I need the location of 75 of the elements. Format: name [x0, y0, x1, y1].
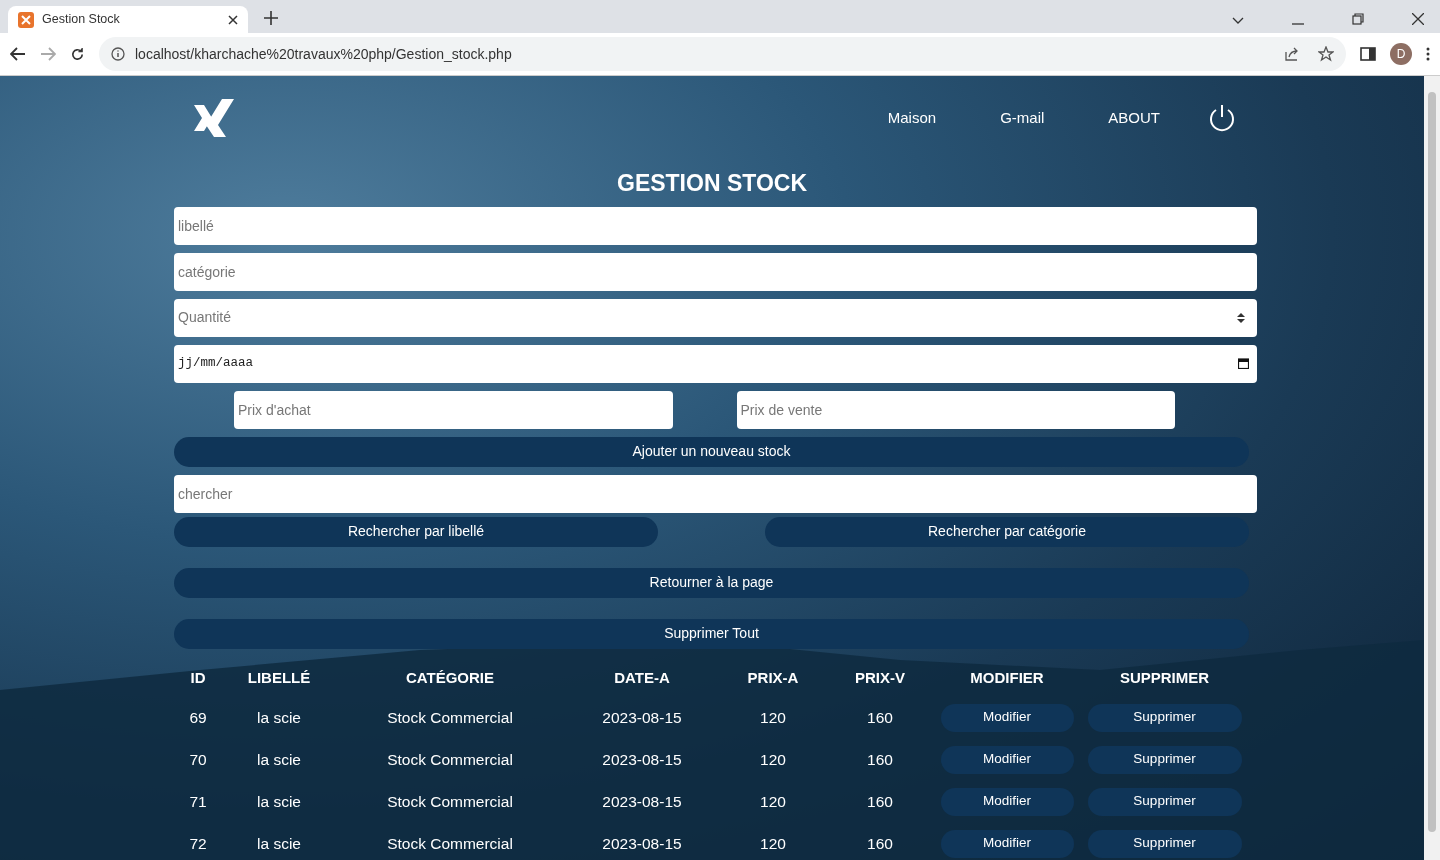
back-arrow-icon[interactable] — [10, 47, 26, 61]
share-icon[interactable] — [1284, 46, 1300, 62]
text-input-field[interactable]: libellé — [174, 206, 1257, 245]
category-cell: Stock Commercial — [387, 792, 513, 810]
date-cell: 2023-08-15 — [602, 708, 682, 726]
delete-button[interactable]: Supprimer — [1087, 787, 1242, 816]
id-cell: 71 — [189, 792, 207, 810]
text-input-field[interactable]: catégorie — [174, 252, 1257, 291]
more-options-icon[interactable] — [1426, 47, 1430, 61]
logo-icon[interactable] — [192, 97, 236, 139]
delete-button[interactable]: Supprimer — [1087, 829, 1242, 858]
purchase-price-cell: 120 — [760, 708, 786, 726]
category-cell: Stock Commercial — [387, 834, 513, 852]
search-field[interactable]: chercher — [174, 474, 1257, 513]
close-icon[interactable] — [1412, 13, 1424, 25]
url-text: localhost/kharchache%20travaux%20php/Gestion_stock.php — [135, 44, 513, 64]
column-header: PRIX-A — [746, 668, 800, 689]
scrollbar[interactable] — [1424, 76, 1440, 860]
price-input-field[interactable]: Prix de vente — [736, 390, 1175, 429]
column-header: MODIFIER — [969, 668, 1045, 689]
column-header: PRIX-V — [854, 668, 906, 689]
nav-link[interactable]: ABOUT — [1108, 106, 1160, 130]
add-stock-button[interactable]: Ajouter un nouveau stock — [174, 436, 1249, 467]
reload-icon[interactable] — [70, 46, 85, 62]
search-button[interactable]: Rechercher par catégorie — [765, 516, 1249, 547]
column-header: DATE-A — [613, 668, 671, 689]
address-bar[interactable]: localhost/kharchache%20travaux%20php/Gestion_stock.php — [99, 37, 1346, 71]
category-cell: Stock Commercial — [387, 708, 513, 726]
label-cell: la scie — [257, 750, 301, 768]
date-cell: 2023-08-15 — [602, 792, 682, 810]
delete-all-button[interactable]: Supprimer Tout — [174, 618, 1249, 649]
purchase-price-cell: 120 — [760, 834, 786, 852]
category-cell: Stock Commercial — [387, 750, 513, 768]
app-favicon-icon — [18, 11, 34, 28]
restore-icon[interactable] — [1352, 13, 1364, 25]
id-cell: 72 — [189, 834, 207, 852]
calendar-icon[interactable] — [1238, 358, 1249, 369]
side-panel-icon[interactable] — [1360, 47, 1376, 61]
purchase-price-cell: 120 — [760, 750, 786, 768]
delete-button[interactable]: Supprimer — [1087, 703, 1242, 732]
label-cell: la scie — [257, 792, 301, 810]
close-icon[interactable] — [228, 14, 238, 25]
purchase-price-cell: 120 — [760, 792, 786, 810]
return-button[interactable]: Retourner à la page — [174, 567, 1249, 598]
info-icon — [111, 47, 125, 61]
sale-price-cell: 160 — [867, 834, 893, 852]
browser-tab[interactable]: Gestion Stock — [8, 6, 248, 33]
label-cell: la scie — [257, 708, 301, 726]
nav-link[interactable]: Maison — [887, 106, 937, 130]
profile-avatar[interactable]: D — [1390, 43, 1412, 65]
new-tab-icon[interactable] — [264, 11, 278, 25]
sale-price-cell: 160 — [867, 792, 893, 810]
delete-button[interactable]: Supprimer — [1087, 745, 1242, 774]
column-header: SUPPRIMER — [1118, 668, 1211, 689]
column-header: ID — [189, 668, 207, 689]
date-cell: 2023-08-15 — [602, 750, 682, 768]
star-icon[interactable] — [1318, 46, 1334, 62]
id-cell: 70 — [189, 750, 207, 768]
date-cell: 2023-08-15 — [602, 834, 682, 852]
chevron-down-icon[interactable] — [1232, 17, 1244, 25]
label-cell: la scie — [257, 834, 301, 852]
sale-price-cell: 160 — [867, 750, 893, 768]
search-button[interactable]: Rechercher par libellé — [174, 516, 658, 547]
price-input-field[interactable]: Prix d'achat — [234, 390, 673, 429]
nav-link[interactable]: G-mail — [1000, 106, 1045, 130]
id-cell: 69 — [189, 708, 207, 726]
column-header: CATÉGORIE — [404, 668, 496, 689]
date-input-field[interactable]: jj/mm/aaaa — [174, 344, 1257, 383]
tab-title: Gestion Stock — [42, 11, 121, 29]
power-icon[interactable] — [1208, 104, 1236, 132]
spinner-icon[interactable] — [1237, 311, 1245, 324]
page-title: GESTION STOCK — [617, 170, 807, 196]
number-input-field[interactable]: Quantité — [174, 298, 1257, 337]
sale-price-cell: 160 — [867, 708, 893, 726]
column-header: LIBELLÉ — [246, 668, 312, 689]
